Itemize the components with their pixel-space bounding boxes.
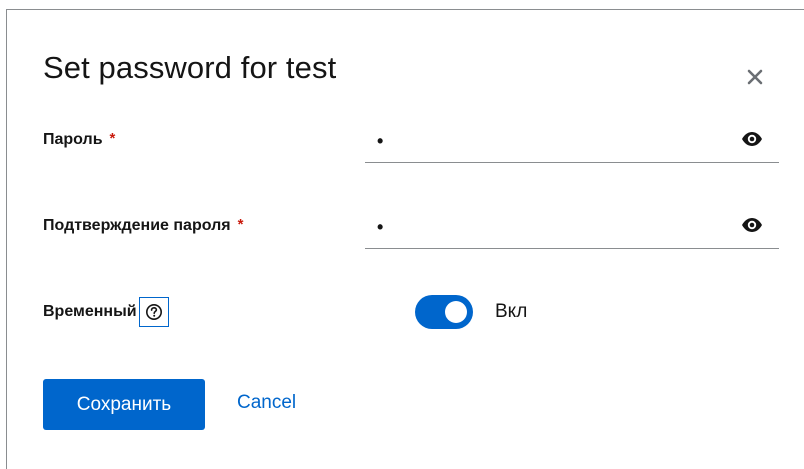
temporary-label: Временный xyxy=(43,303,137,320)
close-icon xyxy=(747,69,763,85)
cancel-button[interactable]: Cancel xyxy=(237,392,296,414)
eye-icon[interactable] xyxy=(741,131,763,147)
required-marker: * xyxy=(237,215,244,233)
password-confirm-field[interactable]: • xyxy=(365,205,779,249)
help-icon xyxy=(145,304,162,320)
password-label-group: Пароль * xyxy=(43,129,116,149)
help-button[interactable] xyxy=(138,297,169,327)
password-confirm-label-group: Подтверждение пароля * xyxy=(43,215,244,235)
eye-icon[interactable] xyxy=(741,217,763,233)
close-button[interactable] xyxy=(740,62,770,92)
password-label: Пароль xyxy=(43,131,103,148)
temporary-label-group: Временный xyxy=(43,297,169,327)
required-marker: * xyxy=(109,129,116,147)
set-password-modal: Set password for test Пароль * • Подтвер… xyxy=(6,9,804,469)
password-field[interactable]: • xyxy=(365,119,779,163)
password-confirm-masked-value: • xyxy=(377,217,384,237)
modal-title: Set password for test xyxy=(43,50,337,85)
switch-knob xyxy=(445,301,467,323)
temporary-switch[interactable] xyxy=(415,295,473,329)
password-masked-value: • xyxy=(377,131,384,151)
save-button[interactable]: Сохранить xyxy=(43,379,205,430)
temporary-switch-label: Вкл xyxy=(495,301,528,322)
password-confirm-label: Подтверждение пароля xyxy=(43,217,231,234)
